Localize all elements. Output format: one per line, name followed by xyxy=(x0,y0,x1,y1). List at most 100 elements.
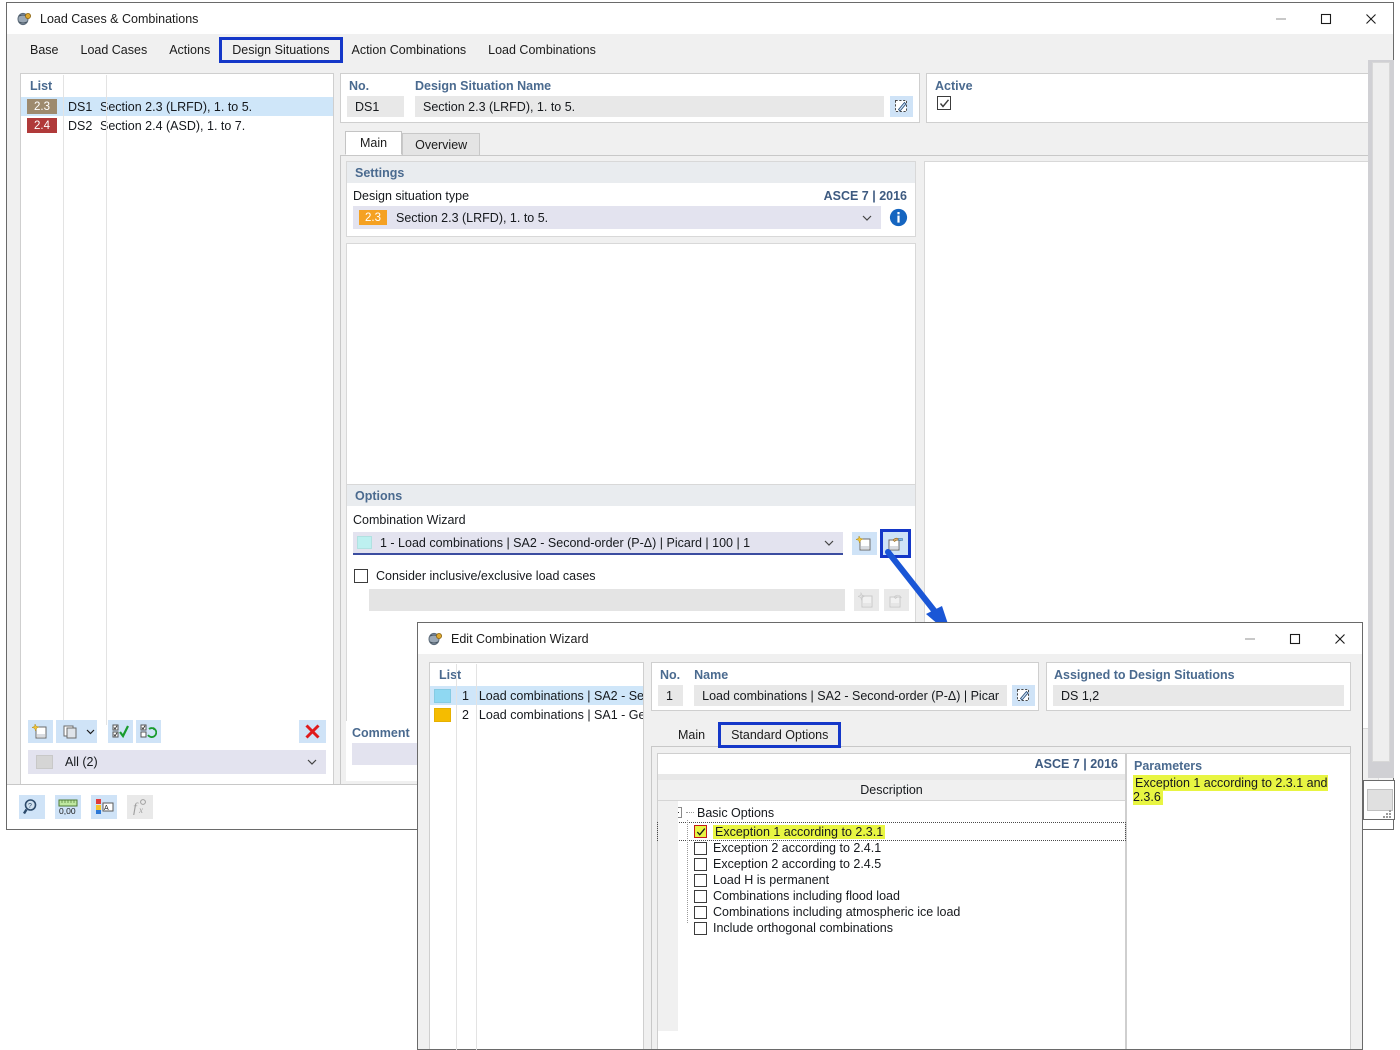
option-label: Combinations including atmospheric ice l… xyxy=(713,905,961,919)
list-item[interactable]: 1 Load combinations | SA2 - Secon xyxy=(430,686,643,705)
copy-item-button[interactable] xyxy=(56,720,84,743)
settings-group-label: Settings xyxy=(347,162,915,183)
list-column-divider xyxy=(476,664,477,1050)
combination-wizard-label: Combination Wizard xyxy=(353,513,466,527)
option-row[interactable]: Exception 2 according to 2.4.5 xyxy=(658,856,1125,872)
inclusive-exclusive-field xyxy=(369,589,845,611)
combination-wizard-combo[interactable]: 1 - Load combinations | SA2 - Second-ord… xyxy=(353,532,843,555)
no-field[interactable]: DS1 xyxy=(347,96,404,117)
option-checkbox[interactable] xyxy=(694,905,707,919)
dialog-tabstrip: Main Standard Options xyxy=(651,722,1351,748)
tab-overview[interactable]: Overview xyxy=(402,133,481,155)
option-checkbox[interactable] xyxy=(694,889,707,903)
list-item-no: DS2 xyxy=(68,118,93,133)
option-row[interactable]: Load H is permanent xyxy=(658,872,1125,888)
edit-page-icon[interactable] xyxy=(880,529,911,558)
rename-icon[interactable]: A xyxy=(91,795,117,819)
info-icon[interactable] xyxy=(889,208,909,228)
option-checkbox[interactable] xyxy=(694,873,707,887)
parameters-panel: Parameters Exception 1 according to 2.3.… xyxy=(1126,753,1351,1049)
design-situation-type-value: Section 2.3 (LRFD), 1. to 5. xyxy=(396,210,549,225)
dialog-title: Edit Combination Wizard xyxy=(451,631,589,646)
standard-options-table: ASCE 7 | 2016 Description Basic Options … xyxy=(657,753,1126,1049)
option-row[interactable]: Combinations including atmospheric ice l… xyxy=(658,904,1125,920)
tab-load-combinations[interactable]: Load Combinations xyxy=(477,39,607,61)
delete-item-button[interactable] xyxy=(299,720,326,743)
tab-label: Action Combinations xyxy=(351,43,467,57)
new-page-star-icon[interactable] xyxy=(852,532,877,555)
combination-wizard-value: 1 - Load combinations | SA2 - Second-ord… xyxy=(380,535,751,550)
dialog-content: List 1 Load combinations | SA2 - Secon 2… xyxy=(418,654,1362,1050)
tab-base[interactable]: Base xyxy=(19,39,70,61)
option-checkbox[interactable] xyxy=(694,841,707,855)
select-all-button[interactable] xyxy=(108,720,133,743)
tab-load-cases[interactable]: Load Cases xyxy=(69,39,159,61)
design-situation-name-field[interactable]: Section 2.3 (LRFD), 1. to 5. xyxy=(415,96,884,117)
copy-dropdown-button[interactable] xyxy=(83,720,97,743)
design-situations-list-panel: List 2.3 DS1 Section 2.3 (LRFD), 1. to 5… xyxy=(20,73,334,786)
option-checkbox[interactable] xyxy=(694,921,707,935)
ruler-000-icon[interactable]: 0,00 xyxy=(55,795,81,819)
wizard-color-swatch xyxy=(434,688,451,703)
edit-pencil-icon[interactable] xyxy=(890,96,913,117)
wizard-no-field[interactable]: 1 xyxy=(658,685,684,706)
maximize-icon[interactable] xyxy=(1272,623,1317,654)
option-row[interactable]: Include orthogonal combinations xyxy=(658,920,1125,936)
wizard-no-label: No. xyxy=(660,668,681,682)
description-column-label: Description xyxy=(860,783,923,797)
wizard-name-field[interactable]: Load combinations | SA2 - Second-order (… xyxy=(694,685,1008,706)
tab-action-combinations[interactable]: Action Combinations xyxy=(340,39,478,61)
list-item-no: 1 xyxy=(462,688,469,703)
option-label: Exception 1 according to 2.3.1 xyxy=(713,824,886,839)
option-row[interactable]: Exception 1 according to 2.3.1 xyxy=(657,822,1126,841)
active-checkbox[interactable] xyxy=(937,96,951,110)
list-item-description: Section 2.3 (LRFD), 1. to 5. xyxy=(100,99,253,114)
resize-grip[interactable] xyxy=(1383,808,1392,818)
edit-combination-wizard-dialog: Edit Combination Wizard List 1 Load comb… xyxy=(417,622,1363,1050)
inclusive-exclusive-checkbox[interactable] xyxy=(354,569,368,583)
option-row[interactable]: Exception 2 according to 2.4.1 xyxy=(658,840,1125,856)
list-column-divider xyxy=(456,664,457,1050)
option-checkbox[interactable] xyxy=(694,857,707,871)
list-item[interactable]: 2.4 DS2 Section 2.4 (ASD), 1. to 7. xyxy=(21,116,333,135)
tab-label: Overview xyxy=(415,137,468,152)
background-app-fragment xyxy=(1363,780,1395,820)
list-filter-combo[interactable]: All (2) xyxy=(28,750,326,774)
list-item[interactable]: 2 Load combinations | SA1 - Geom xyxy=(430,705,643,724)
option-checkbox[interactable] xyxy=(694,825,707,838)
design-situation-type-combo[interactable]: 2.3 Section 2.3 (LRFD), 1. to 5. xyxy=(353,206,881,229)
edit-pencil-icon[interactable] xyxy=(1012,685,1036,706)
wizard-list-header: List xyxy=(439,668,462,682)
option-label: Include orthogonal combinations xyxy=(713,921,893,935)
filter-swatch xyxy=(36,755,53,769)
minimize-icon[interactable] xyxy=(1258,3,1303,34)
list-item-description: Section 2.4 (ASD), 1. to 7. xyxy=(100,118,246,133)
list-item-description: Load combinations | SA1 - Geom xyxy=(478,707,643,722)
list-item[interactable]: 2.3 DS1 Section 2.3 (LRFD), 1. to 5. xyxy=(21,97,333,116)
detail-tabstrip: Main Overview xyxy=(340,131,1387,155)
list-rows: 2.3 DS1 Section 2.3 (LRFD), 1. to 5. 2.4… xyxy=(21,75,333,725)
close-icon[interactable] xyxy=(1348,3,1393,34)
close-icon[interactable] xyxy=(1317,623,1362,654)
main-window-title: Load Cases & Combinations xyxy=(40,11,199,26)
tree-dashes xyxy=(686,812,694,813)
dialog-window-controls xyxy=(1227,623,1362,654)
tab-design-situations[interactable]: Design Situations xyxy=(219,37,343,63)
maximize-icon[interactable] xyxy=(1303,3,1348,34)
tab-actions[interactable]: Actions xyxy=(158,39,222,61)
function-icon: f x xyxy=(127,795,153,819)
table-column-header: Description xyxy=(658,780,1125,801)
new-item-button[interactable] xyxy=(28,720,53,743)
tab-standard-options[interactable]: Standard Options xyxy=(718,722,842,748)
tab-main[interactable]: Main xyxy=(663,724,721,746)
minimize-icon[interactable] xyxy=(1227,623,1272,654)
tree-group-row[interactable]: Basic Options xyxy=(658,804,1125,821)
option-label: Load H is permanent xyxy=(713,873,830,887)
magnifier-icon[interactable]: ? xyxy=(19,795,45,819)
tab-label: Load Cases xyxy=(80,43,148,57)
invert-selection-button[interactable] xyxy=(136,720,161,743)
parameters-value: Exception 1 according to 2.3.1 and 2.3.6 xyxy=(1133,775,1328,805)
option-row[interactable]: Combinations including flood load xyxy=(658,888,1125,904)
app-icon xyxy=(16,11,32,27)
tab-main[interactable]: Main xyxy=(345,131,403,155)
